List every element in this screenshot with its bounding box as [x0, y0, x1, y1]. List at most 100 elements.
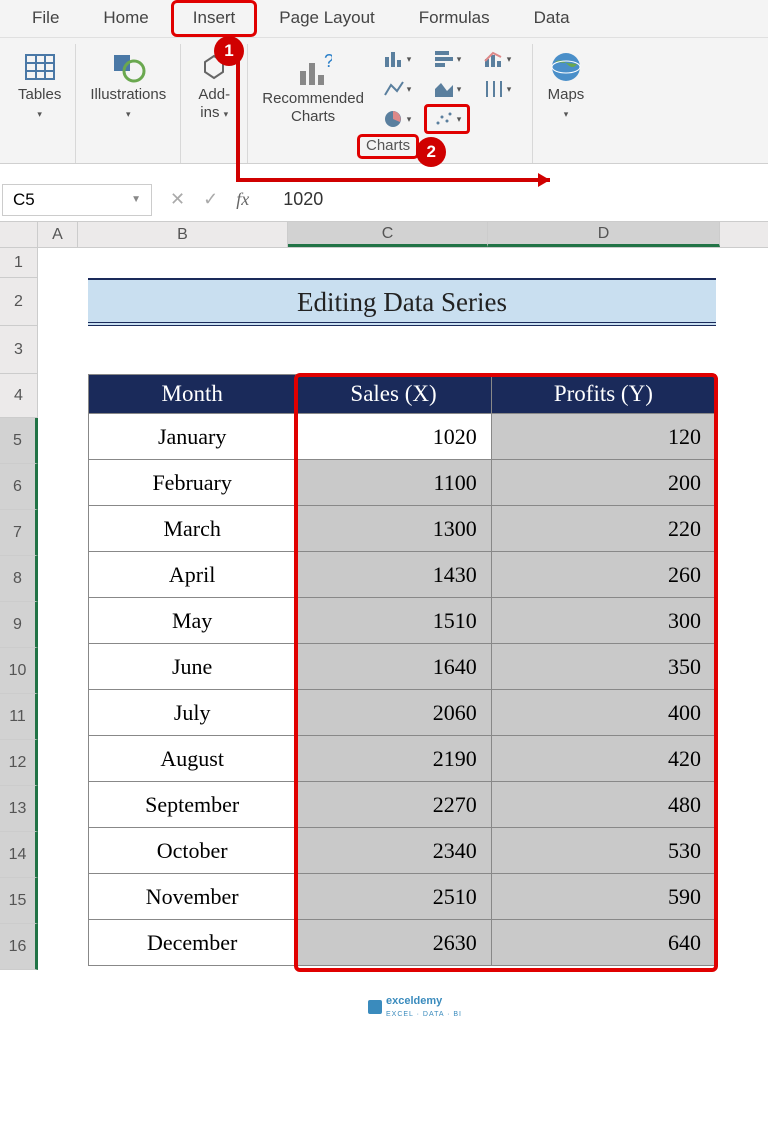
table-row: October2340530 — [89, 827, 715, 873]
cell-month[interactable]: March — [89, 505, 296, 551]
cell-month[interactable]: July — [89, 689, 296, 735]
tables-button[interactable]: Tables▾ — [12, 44, 67, 126]
data-table: Month Sales (X) Profits (Y) January10201… — [88, 374, 716, 966]
cell-profits[interactable]: 400 — [492, 689, 715, 735]
formula-input[interactable]: 1020 — [267, 189, 768, 210]
area-chart-button[interactable]: ▾ — [424, 74, 470, 104]
row-header-4[interactable]: 4 — [0, 374, 38, 418]
row-header-3[interactable]: 3 — [0, 326, 38, 374]
cell-profits[interactable]: 350 — [492, 643, 715, 689]
recommended-charts-icon: ? — [294, 52, 332, 90]
tab-home[interactable]: Home — [81, 0, 170, 37]
row-header-14[interactable]: 14 — [0, 832, 38, 878]
cell-sales[interactable]: 2060 — [296, 689, 491, 735]
column-chart-button[interactable]: ▾ — [374, 44, 420, 74]
recommended-charts-button[interactable]: ? Recommended Charts — [256, 48, 370, 130]
area-chart-icon — [433, 79, 455, 99]
header-sales[interactable]: Sales (X) — [296, 375, 491, 413]
cell-sales[interactable]: 1510 — [296, 597, 491, 643]
row-header-15[interactable]: 15 — [0, 878, 38, 924]
tab-data[interactable]: Data — [512, 0, 592, 37]
cell-sales[interactable]: 2190 — [296, 735, 491, 781]
cell-sales[interactable]: 1430 — [296, 551, 491, 597]
pie-chart-button[interactable]: ▾ — [374, 104, 420, 134]
cell-month[interactable]: June — [89, 643, 296, 689]
header-profits[interactable]: Profits (Y) — [492, 375, 715, 413]
tab-file[interactable]: File — [10, 0, 81, 37]
row-header-7[interactable]: 7 — [0, 510, 38, 556]
row-header-11[interactable]: 11 — [0, 694, 38, 740]
formula-bar: C5 ▼ ✕ ✓ fx 1020 — [0, 178, 768, 222]
cancel-icon[interactable]: ✕ — [170, 189, 185, 210]
chevron-down-icon: ▼ — [131, 194, 141, 205]
cell-profits[interactable]: 260 — [492, 551, 715, 597]
fx-icon[interactable]: fx — [236, 189, 249, 210]
cell-month[interactable]: August — [89, 735, 296, 781]
select-all-corner[interactable] — [0, 222, 38, 247]
charts-group-label: Charts 2 — [357, 134, 419, 159]
cell-sales[interactable]: 2340 — [296, 827, 491, 873]
maps-button[interactable]: Maps ▾ — [541, 44, 591, 126]
cell-sales[interactable]: 1300 — [296, 505, 491, 551]
row-header-13[interactable]: 13 — [0, 786, 38, 832]
cell-month[interactable]: December — [89, 919, 296, 965]
row-header-10[interactable]: 10 — [0, 648, 38, 694]
enter-icon[interactable]: ✓ — [203, 189, 218, 210]
cell-profits[interactable]: 200 — [492, 459, 715, 505]
scatter-chart-icon — [433, 109, 455, 129]
col-header-c[interactable]: C — [288, 222, 488, 247]
row-header-9[interactable]: 9 — [0, 602, 38, 648]
cell-profits[interactable]: 420 — [492, 735, 715, 781]
cell-sales[interactable]: 1020 — [296, 413, 491, 459]
col-header-b[interactable]: B — [78, 222, 288, 247]
stock-chart-button[interactable]: ▾ — [474, 74, 520, 104]
table-row: August2190420 — [89, 735, 715, 781]
cell-profits[interactable]: 300 — [492, 597, 715, 643]
col-header-a[interactable]: A — [38, 222, 78, 247]
cell-month[interactable]: May — [89, 597, 296, 643]
illustrations-button[interactable]: Illustrations▾ — [84, 44, 172, 126]
bar-chart-button[interactable]: ▾ — [424, 44, 470, 74]
combo-chart-button[interactable]: ▾ — [474, 44, 520, 74]
cell-profits[interactable]: 640 — [492, 919, 715, 965]
cell-month[interactable]: November — [89, 873, 296, 919]
scatter-chart-button[interactable]: ▾ — [424, 104, 470, 134]
row-header-16[interactable]: 16 — [0, 924, 38, 970]
cell-month[interactable]: April — [89, 551, 296, 597]
line-chart-button[interactable]: ▾ — [374, 74, 420, 104]
cell-month[interactable]: October — [89, 827, 296, 873]
row-header-5[interactable]: 5 — [0, 418, 38, 464]
row-header-8[interactable]: 8 — [0, 556, 38, 602]
row-header-6[interactable]: 6 — [0, 464, 38, 510]
row-header-2[interactable]: 2 — [0, 278, 38, 326]
cell-sales[interactable]: 1640 — [296, 643, 491, 689]
tab-insert[interactable]: Insert — [171, 0, 258, 37]
table-icon — [21, 48, 59, 86]
chevron-down-icon: ▾ — [224, 109, 229, 119]
name-box[interactable]: C5 ▼ — [2, 184, 152, 216]
cell-month[interactable]: January — [89, 413, 296, 459]
row-header-12[interactable]: 12 — [0, 740, 38, 786]
cell-profits[interactable]: 590 — [492, 873, 715, 919]
chevron-down-icon: ▾ — [564, 109, 569, 119]
cell-sales[interactable]: 2510 — [296, 873, 491, 919]
cell-profits[interactable]: 530 — [492, 827, 715, 873]
cell-profits[interactable]: 120 — [492, 413, 715, 459]
cell-profits[interactable]: 220 — [492, 505, 715, 551]
header-month[interactable]: Month — [89, 375, 296, 413]
cell-sales[interactable]: 2630 — [296, 919, 491, 965]
maps-label: Maps — [548, 86, 585, 103]
column-chart-icon — [383, 49, 405, 69]
cell-profits[interactable]: 480 — [492, 781, 715, 827]
cell-sales[interactable]: 2270 — [296, 781, 491, 827]
row-header-1[interactable]: 1 — [0, 248, 38, 278]
cell-month[interactable]: September — [89, 781, 296, 827]
annotation-badge-2: 2 — [416, 137, 446, 167]
tab-formulas[interactable]: Formulas — [397, 0, 512, 37]
sheet-title[interactable]: Editing Data Series — [88, 278, 716, 326]
tab-page-layout[interactable]: Page Layout — [257, 0, 396, 37]
bar-chart-icon — [433, 49, 455, 69]
cell-sales[interactable]: 1100 — [296, 459, 491, 505]
cell-month[interactable]: February — [89, 459, 296, 505]
col-header-d[interactable]: D — [488, 222, 720, 247]
